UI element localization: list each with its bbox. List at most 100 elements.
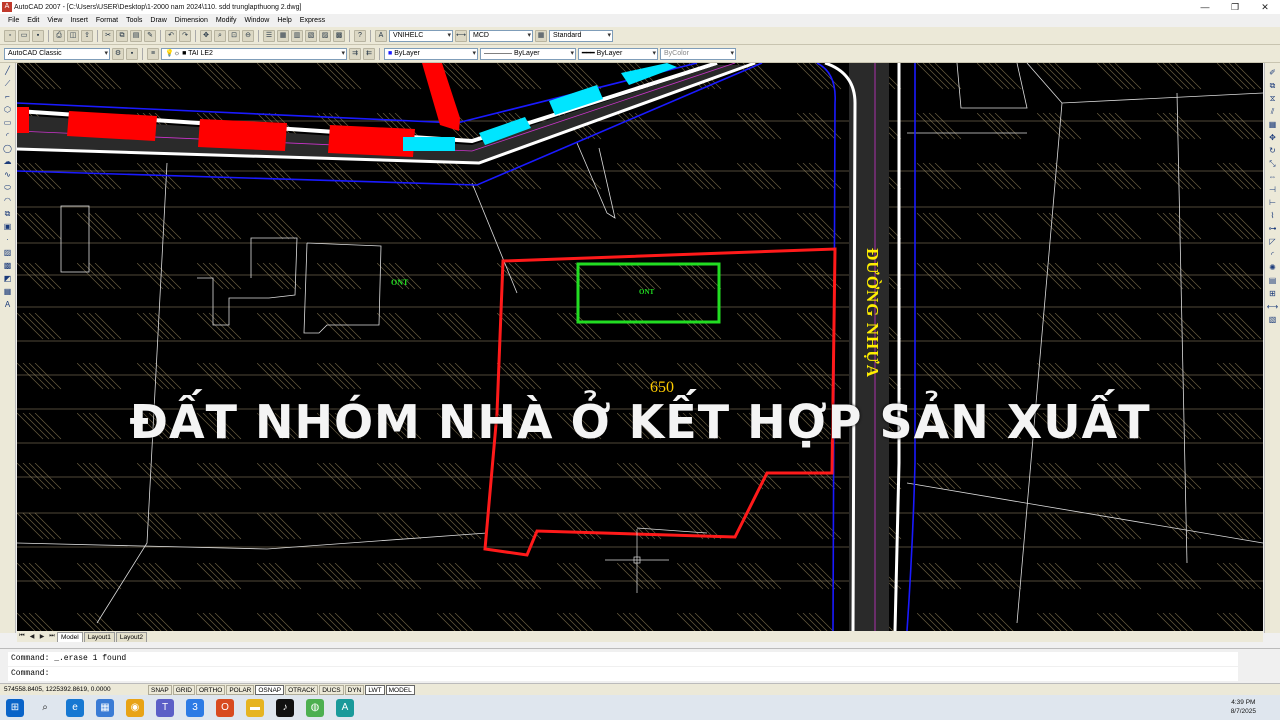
workspace-save-icon[interactable]: ▪ [126, 47, 138, 60]
preview-icon[interactable]: ◫ [67, 29, 79, 42]
region-icon[interactable]: ◩ [2, 273, 14, 285]
table-icon[interactable]: ▦ [2, 286, 14, 298]
zoom-window-icon[interactable]: ⊡ [228, 29, 240, 42]
linetype-select[interactable]: ———— ByLayer [480, 47, 576, 60]
coordinates-readout[interactable]: 574558.8405, 1225392.8619, 0.0000 [0, 686, 148, 693]
otrack-toggle[interactable]: OTRACK [285, 684, 319, 695]
move-icon[interactable]: ✥ [1267, 132, 1279, 144]
zoom-previous-icon[interactable]: ⊖ [242, 29, 254, 42]
designcenter-icon[interactable]: ▦ [277, 29, 289, 42]
plotstyle-select[interactable]: ByColor [660, 47, 736, 60]
system-clock[interactable]: 4:39 PM 8/7/2025 [1231, 698, 1256, 716]
insert-block-icon[interactable]: ⧉ [2, 208, 14, 220]
dyn-toggle[interactable]: DYN [344, 684, 365, 695]
autocad-icon[interactable]: A [336, 698, 354, 717]
layer-select[interactable]: 💡☼ ■ TAI LE2 [161, 47, 347, 60]
calculator-icon[interactable]: ▩ [333, 29, 345, 42]
join-icon[interactable]: ⊶ [1267, 223, 1279, 235]
redo-icon[interactable]: ↷ [179, 29, 191, 42]
grid-toggle[interactable]: GRID [172, 684, 195, 695]
chamfer-icon[interactable]: ◸ [1267, 236, 1279, 248]
markup-icon[interactable]: ▨ [319, 29, 331, 42]
save-icon[interactable]: ▪ [32, 29, 44, 42]
mirror-icon[interactable]: ⧖ [1267, 93, 1279, 105]
dimension-icon[interactable]: ⟷ [1267, 301, 1279, 313]
folder-icon[interactable]: ▬ [246, 698, 264, 717]
tab-layout1[interactable]: Layout1 [83, 631, 115, 642]
dim-style-select[interactable]: MCD [469, 29, 533, 42]
layer-previous-icon[interactable]: ⇇ [363, 47, 375, 60]
tiktok-icon[interactable]: ♪ [276, 698, 294, 717]
help-icon[interactable]: ? [354, 29, 366, 42]
last-tab-icon[interactable]: ⏭ [47, 633, 57, 640]
erase-icon[interactable]: ✐ [1267, 67, 1279, 79]
ortho-toggle[interactable]: ORTHO [195, 684, 226, 695]
mtext-icon[interactable]: A [2, 299, 14, 311]
array-icon[interactable]: ▦ [1267, 119, 1279, 131]
chrome-icon[interactable]: ◉ [126, 698, 144, 717]
layer-manager-icon[interactable]: ≡ [147, 47, 159, 60]
menu-express[interactable]: Express [296, 17, 329, 24]
scale-icon[interactable]: ⤡ [1267, 158, 1279, 170]
menu-draw[interactable]: Draw [146, 17, 170, 24]
workspace-settings-icon[interactable]: ⚙ [112, 47, 124, 60]
close-button[interactable]: ✕ [1250, 0, 1280, 14]
color-select[interactable]: ■ ByLayer [384, 47, 478, 60]
rectangle-icon[interactable]: ▭ [2, 117, 14, 129]
autocad-app-icon[interactable]: A [2, 2, 12, 12]
extend-icon[interactable]: ⊢ [1267, 197, 1279, 209]
spline-icon[interactable]: ∿ [2, 169, 14, 181]
point-icon[interactable]: · [2, 234, 14, 246]
office-icon[interactable]: O [216, 698, 234, 717]
trim-icon[interactable]: ⊣ [1267, 184, 1279, 196]
polygon-icon[interactable]: ⬡ [2, 104, 14, 116]
hatchedit-icon[interactable]: ▧ [1267, 314, 1279, 326]
app3-icon[interactable]: 3 [186, 698, 204, 717]
paste-icon[interactable]: ▤ [130, 29, 142, 42]
open-icon[interactable]: ▭ [18, 29, 30, 42]
explode-icon[interactable]: ✺ [1267, 262, 1279, 274]
make-current-layer-icon[interactable]: ⇉ [349, 47, 361, 60]
dim-style-icon[interactable]: ⟷ [455, 29, 467, 42]
break-icon[interactable]: ⌇ [1267, 210, 1279, 222]
polyline-icon[interactable]: ⌐ [2, 91, 14, 103]
menu-file[interactable]: File [4, 17, 23, 24]
green-app-icon[interactable]: ◍ [306, 698, 324, 717]
menu-window[interactable]: Window [240, 17, 273, 24]
osnap-toggle[interactable]: OSNAP [255, 684, 285, 695]
prev-tab-icon[interactable]: ◀ [27, 633, 37, 640]
restore-button[interactable]: ❐ [1220, 0, 1250, 14]
next-tab-icon[interactable]: ▶ [37, 633, 47, 640]
zoom-realtime-icon[interactable]: ⌕ [214, 29, 226, 42]
sheetset-icon[interactable]: ▧ [305, 29, 317, 42]
search-icon[interactable]: ⌕ [36, 699, 54, 717]
undo-icon[interactable]: ↶ [165, 29, 177, 42]
store-icon[interactable]: ▦ [96, 698, 114, 717]
ellipse-icon[interactable]: ⬭ [2, 182, 14, 194]
revcloud-icon[interactable]: ☁ [2, 156, 14, 168]
model-toggle[interactable]: MODEL [385, 684, 415, 695]
lwt-toggle[interactable]: LWT [365, 684, 385, 695]
table-style-select[interactable]: Standard [549, 29, 613, 42]
cut-icon[interactable]: ✂ [102, 29, 114, 42]
stretch-icon[interactable]: ⇔ [1267, 171, 1279, 183]
first-tab-icon[interactable]: ⏮ [17, 633, 27, 640]
properties-icon[interactable]: ☰ [263, 29, 275, 42]
menu-tools[interactable]: Tools [122, 17, 146, 24]
ellipse-arc-icon[interactable]: ◠ [2, 195, 14, 207]
copy-object-icon[interactable]: ⧉ [1267, 80, 1279, 92]
polar-toggle[interactable]: POLAR [226, 684, 255, 695]
hatch-icon[interactable]: ▨ [2, 247, 14, 259]
lineweight-select[interactable]: ━━━ ByLayer [578, 47, 658, 60]
pan-icon[interactable]: ✥ [200, 29, 212, 42]
tab-layout2[interactable]: Layout2 [115, 631, 147, 642]
menu-view[interactable]: View [43, 17, 66, 24]
circle-icon[interactable]: ◯ [2, 143, 14, 155]
line-icon[interactable]: ╱ [2, 65, 14, 77]
text-style-select[interactable]: VNIHELC [389, 29, 453, 42]
draworder-icon[interactable]: ▤ [1267, 275, 1279, 287]
menu-format[interactable]: Format [92, 17, 122, 24]
fillet-icon[interactable]: ◜ [1267, 249, 1279, 261]
menu-insert[interactable]: Insert [66, 17, 92, 24]
workspace-select[interactable]: AutoCAD Classic [4, 47, 110, 60]
